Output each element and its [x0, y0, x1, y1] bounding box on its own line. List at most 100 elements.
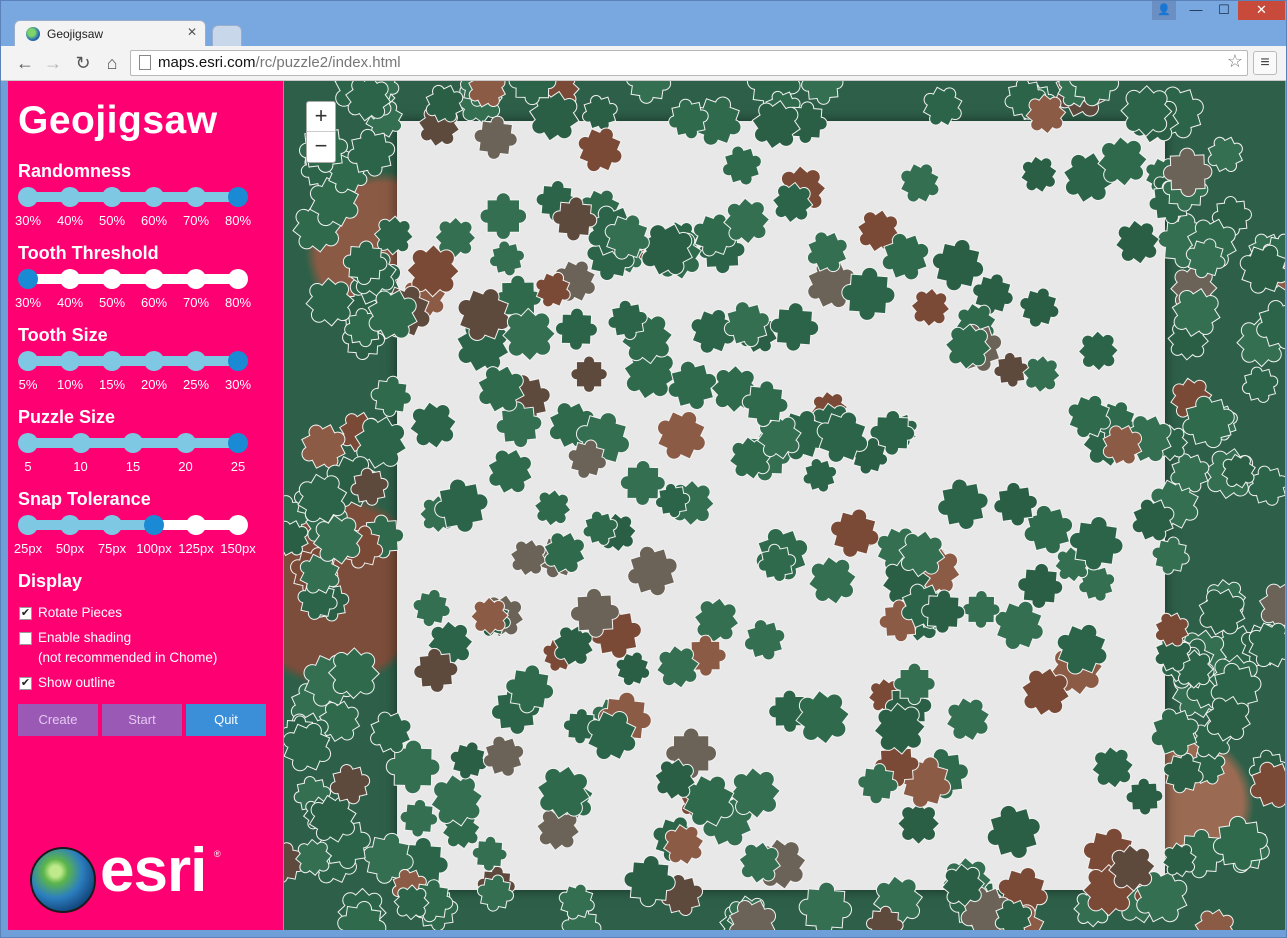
slider-stop[interactable] [102, 515, 122, 535]
puzzle-piece[interactable] [486, 237, 529, 280]
slider-stop[interactable] [228, 515, 248, 535]
zoom-out-button[interactable]: − [307, 132, 335, 161]
puzzle-piece[interactable] [769, 301, 821, 353]
puzzle-piece[interactable] [739, 614, 790, 665]
slider-stop[interactable] [144, 269, 164, 289]
puzzle-piece[interactable] [369, 374, 414, 419]
slider-stop[interactable] [102, 351, 122, 371]
zoom-in-button[interactable]: + [307, 102, 335, 132]
maximize-button[interactable]: ☐ [1210, 0, 1238, 20]
tab-geojigsaw[interactable]: Geojigsaw ✕ [14, 20, 206, 47]
quit-button[interactable]: Quit [186, 704, 266, 736]
window-close-button[interactable]: ✕ [1238, 0, 1285, 20]
puzzle-piece[interactable] [577, 90, 622, 135]
slider-knob-selected[interactable] [144, 515, 164, 535]
start-button[interactable]: Start [102, 704, 182, 736]
puzzle-piece[interactable] [478, 440, 541, 503]
slider-stop[interactable] [228, 269, 248, 289]
slider-stop[interactable] [102, 269, 122, 289]
puzzle-piece[interactable] [797, 880, 853, 930]
minimize-button[interactable]: — [1182, 0, 1210, 20]
browser-toolbar: ← → ↻ ⌂ maps.esri.com/rc/puzzle2/index.h… [0, 46, 1287, 81]
puzzle-piece[interactable] [1015, 283, 1065, 333]
puzzle-piece[interactable] [933, 474, 993, 534]
puzzle-pieces[interactable] [284, 81, 1285, 930]
map-view[interactable]: + − [284, 81, 1285, 930]
puzzle-piece[interactable] [892, 155, 947, 210]
new-tab-button[interactable] [212, 25, 242, 47]
slider-stop[interactable] [186, 515, 206, 535]
puzzle-piece[interactable] [1125, 777, 1164, 816]
slider-stop[interactable] [70, 433, 91, 453]
puzzle-piece[interactable] [1210, 813, 1271, 874]
puzzle-piece[interactable] [647, 401, 715, 469]
slider-stop[interactable] [186, 187, 206, 207]
slider-knob-selected[interactable] [228, 187, 248, 207]
slider-stop[interactable] [18, 515, 38, 535]
slider-stop[interactable] [186, 351, 206, 371]
puzzle-piece[interactable] [893, 662, 936, 706]
slider-stop[interactable] [60, 351, 80, 371]
slider-stop[interactable] [60, 187, 80, 207]
menu-icon[interactable]: ≡ [1253, 51, 1277, 75]
puzzle-piece[interactable] [1187, 901, 1244, 930]
puzzle-piece[interactable] [961, 590, 1001, 629]
show-outline-checkbox[interactable]: ✔ [19, 677, 32, 690]
puzzle-piece[interactable] [623, 81, 673, 106]
puzzle-piece[interactable] [621, 539, 685, 603]
slider-tick-label: 150px [220, 541, 256, 556]
slider-title: Tooth Size [18, 325, 108, 345]
forward-arrow-icon[interactable]: → [42, 52, 64, 74]
url-path: /rc/puzzle2/index.html [255, 54, 401, 71]
slider-knob-selected[interactable] [228, 433, 248, 453]
slider-stop[interactable] [123, 433, 143, 453]
slider-stop[interactable] [18, 433, 38, 453]
puzzle-piece[interactable] [717, 140, 767, 190]
puzzle-piece[interactable] [1070, 322, 1127, 379]
url-text[interactable]: maps.esri.com/rc/puzzle2/index.html [158, 54, 401, 71]
rotate-pieces-checkbox[interactable]: ✔ [19, 607, 32, 620]
slider-tick-label: 60% [140, 213, 168, 228]
slider-knob-selected[interactable] [228, 351, 248, 371]
address-bar[interactable]: maps.esri.com/rc/puzzle2/index.html ☆ [130, 50, 1248, 76]
enable-shading-sublabel: (not recommended in Chome) [38, 650, 218, 665]
puzzle-piece[interactable] [1013, 148, 1065, 200]
slider-stop[interactable] [18, 351, 38, 371]
reload-icon[interactable]: ↻ [72, 52, 94, 74]
slider-stop[interactable] [144, 351, 164, 371]
slider-stop[interactable] [60, 515, 80, 535]
create-button[interactable]: Create [18, 704, 98, 736]
star-icon[interactable]: ☆ [1227, 51, 1243, 72]
slider-stop[interactable] [186, 269, 206, 289]
puzzle-piece[interactable] [915, 81, 970, 134]
url-host: maps.esri.com [158, 54, 256, 71]
slider-stop[interactable] [60, 269, 80, 289]
slider-stop[interactable] [18, 187, 38, 207]
user-icon[interactable]: 👤 [1152, 0, 1176, 20]
slider-tick-label: 70% [182, 295, 210, 310]
slider-stop[interactable] [144, 187, 164, 207]
slider-stop[interactable] [102, 187, 122, 207]
slider-stop[interactable] [175, 433, 196, 453]
puzzle-piece[interactable] [937, 688, 999, 750]
slider-tick-label: 25px [13, 541, 43, 556]
puzzle-piece[interactable] [477, 730, 529, 782]
back-arrow-icon[interactable]: ← [14, 52, 36, 74]
slider-tick-label: 25% [182, 377, 210, 392]
puzzle-piece[interactable] [1238, 363, 1282, 407]
close-icon[interactable]: ✕ [187, 25, 197, 39]
puzzle-piece[interactable] [980, 798, 1047, 865]
puzzle-piece[interactable] [570, 355, 608, 393]
slider-knob-selected[interactable] [18, 269, 38, 289]
enable-shading-checkbox[interactable] [19, 632, 32, 645]
slider-tick-label: 50px [55, 541, 85, 556]
puzzle-piece[interactable] [472, 114, 520, 162]
puzzle-piece[interactable] [527, 482, 579, 534]
slider-tick-label: 15 [125, 459, 141, 474]
puzzle-piece[interactable] [798, 546, 866, 614]
esri-wordmark: esri [100, 836, 207, 905]
puzzle-piece[interactable] [824, 503, 885, 564]
home-icon[interactable]: ⌂ [101, 52, 123, 74]
puzzle-piece[interactable] [554, 307, 598, 351]
puzzle-piece[interactable] [479, 192, 528, 240]
